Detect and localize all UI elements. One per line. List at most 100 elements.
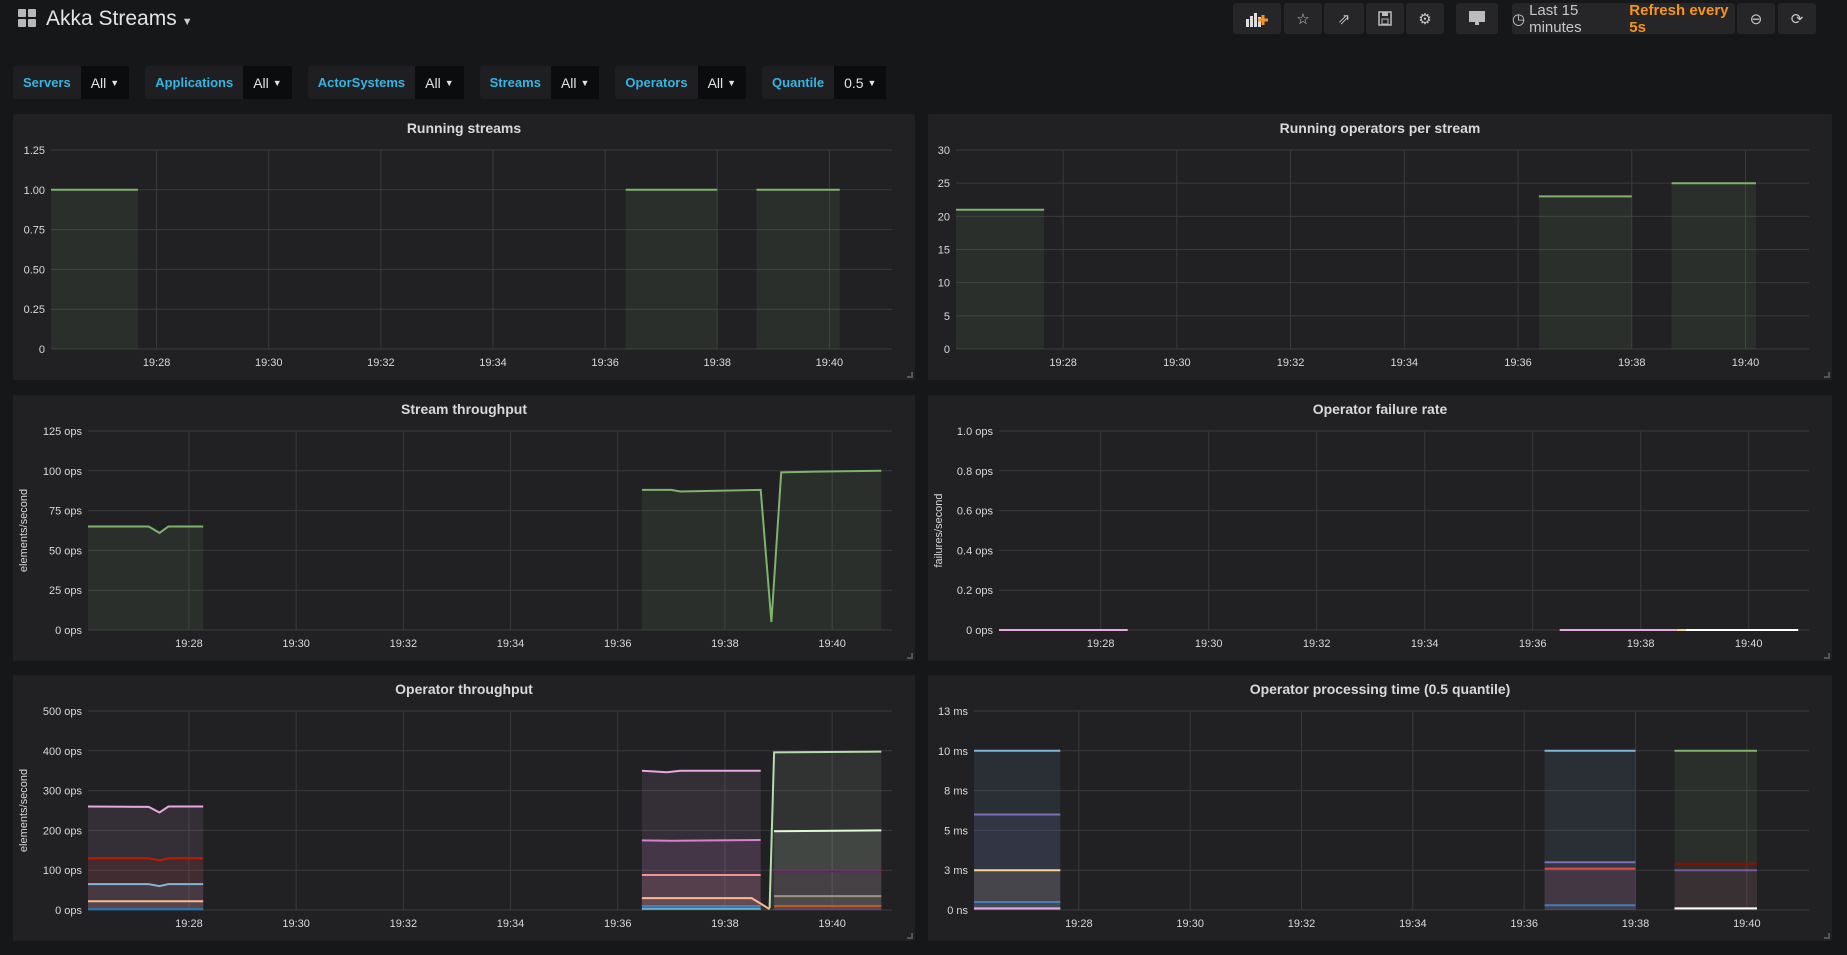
- x-tick-label: 19:38: [1622, 918, 1650, 930]
- panel-title[interactable]: Operator throughput: [13, 681, 915, 697]
- caret-down-icon: ▼: [181, 16, 193, 28]
- resize-handle[interactable]: [907, 372, 913, 378]
- series-area: [1674, 870, 1758, 910]
- x-tick-label: 19:32: [367, 357, 395, 369]
- panel-operator-failure-rate: 0 ops 0.2 ops 0.4 ops 0.6 ops 0.8 ops 1.0 ops…: [928, 395, 1832, 661]
- y-tick-label: 8 ms: [944, 786, 968, 798]
- panel-title[interactable]: Running streams: [13, 120, 915, 136]
- resize-handle[interactable]: [1824, 372, 1830, 378]
- settings-button[interactable]: ⚙: [1406, 3, 1444, 34]
- variable-label: Streams: [489, 75, 541, 90]
- panel-title[interactable]: Stream throughput: [13, 401, 915, 417]
- x-tick-label: 19:36: [1510, 918, 1538, 930]
- y-tick-label: 0 ns: [947, 905, 968, 917]
- star-button[interactable]: ☆: [1284, 3, 1322, 34]
- y-tick-label: 20: [938, 211, 950, 223]
- panel-stream-throughput: 0 ops 25 ops 50 ops 75 ops 100 ops 125 ops 19:…: [13, 395, 915, 661]
- save-button[interactable]: [1366, 3, 1404, 34]
- x-tick-label: 19:36: [591, 357, 619, 369]
- y-tick-label: 500 ops: [43, 706, 83, 718]
- resize-handle[interactable]: [1824, 933, 1830, 939]
- variable-select[interactable]: All ▼: [415, 66, 464, 99]
- x-tick-label: 19:38: [1627, 638, 1655, 650]
- y-tick-label: 0.50: [24, 264, 45, 276]
- y-tick-label: 0.2 ops: [957, 585, 994, 597]
- panel-title[interactable]: Operator processing time (0.5 quantile): [928, 681, 1832, 697]
- series-line: [641, 839, 761, 842]
- template-variables: Servers All ▼ Applications All ▼ ActorSystem…: [13, 66, 887, 99]
- x-tick-label: 19:28: [1087, 638, 1115, 650]
- x-tick-label: 19:32: [1303, 638, 1331, 650]
- caret-down-icon: ▼: [110, 77, 120, 88]
- variable-label: Operators: [625, 75, 688, 90]
- panel-running-operators: 0 5 10 15 20 25 30 19:28 19:30 19:32 19:34 19:36 19:…: [928, 114, 1832, 380]
- x-tick-label: 19:36: [604, 638, 632, 650]
- share-button[interactable]: ⇗: [1324, 3, 1364, 34]
- variable-value: 0.5: [844, 74, 864, 91]
- variable-select[interactable]: All ▼: [697, 66, 747, 99]
- variable-quantile: Quantile 0.5 ▼: [762, 66, 887, 99]
- y-axis-label: elements/second: [18, 769, 30, 852]
- variable-label: Quantile: [772, 75, 825, 90]
- x-tick-label: 19:40: [818, 638, 846, 650]
- variable-select[interactable]: All ▼: [243, 66, 292, 99]
- variable-value: All: [707, 74, 724, 91]
- y-tick-label: 1.25: [24, 145, 45, 157]
- x-tick-label: 19:28: [1049, 357, 1077, 369]
- refresh-interval: Refresh every 5s: [1629, 1, 1729, 36]
- series-area: [1544, 868, 1636, 910]
- caret-down-icon: ▼: [580, 77, 590, 88]
- chart-svg: 0 ops 0.2 ops 0.4 ops 0.6 ops 0.8 ops 1.0 ops…: [933, 426, 1809, 650]
- variable-value: All: [90, 74, 107, 91]
- dashboard-grid-icon[interactable]: [18, 9, 36, 27]
- chart-svg: 0 5 10 15 20 25 30 19:28 19:30 19:32 19:34 19:36 19:…: [938, 145, 1809, 369]
- add-panel-button[interactable]: [1233, 3, 1281, 34]
- x-tick-label: 19:36: [1519, 638, 1547, 650]
- y-tick-label: 0 ops: [55, 625, 82, 637]
- x-tick-label: 19:28: [1065, 918, 1093, 930]
- y-tick-label: 10 ms: [938, 746, 968, 758]
- y-tick-label: 0.75: [24, 225, 45, 237]
- panel-title[interactable]: Running operators per stream: [928, 120, 1832, 136]
- resize-handle[interactable]: [907, 933, 913, 939]
- dashboard-title: Akka Streams: [46, 7, 177, 30]
- y-tick-label: 0 ops: [966, 625, 993, 637]
- resize-handle[interactable]: [1824, 653, 1830, 659]
- y-tick-label: 5 ms: [944, 825, 968, 837]
- x-tick-label: 19:32: [1277, 357, 1305, 369]
- refresh-button[interactable]: ⟳: [1778, 3, 1816, 34]
- variable-select[interactable]: All ▼: [550, 66, 600, 99]
- variable-label: Servers: [23, 75, 71, 90]
- dashboard-title-dropdown[interactable]: Akka Streams ▼: [46, 7, 193, 31]
- refresh-icon: ⟳: [1790, 10, 1804, 28]
- variable-select[interactable]: 0.5 ▼: [834, 66, 887, 99]
- variable-actorsystems: ActorSystems All ▼: [307, 66, 464, 99]
- y-tick-label: 5: [944, 311, 950, 323]
- panel-title[interactable]: Operator failure rate: [928, 401, 1832, 417]
- variable-select[interactable]: All ▼: [80, 66, 130, 99]
- x-tick-label: 19:32: [390, 638, 418, 650]
- tv-mode-button[interactable]: [1456, 3, 1498, 34]
- x-tick-label: 19:40: [1733, 918, 1761, 930]
- y-tick-label: 3 ms: [944, 865, 968, 877]
- resize-handle[interactable]: [907, 653, 913, 659]
- series-area: [1671, 183, 1756, 349]
- caret-down-icon: ▼: [867, 77, 877, 88]
- y-tick-label: 30: [938, 145, 950, 157]
- chart-svg: 0 ns 3 ms 5 ms 8 ms 10 ms 13 ms 19:28 19:30 19:3…: [938, 706, 1809, 930]
- y-tick-label: 25 ops: [49, 585, 83, 597]
- x-tick-label: 19:38: [711, 638, 739, 650]
- panel-operator-throughput: 0 ops 100 ops 200 ops 300 ops 400 ops 500 ops…: [13, 675, 915, 941]
- star-icon: ☆: [1296, 10, 1310, 28]
- y-tick-label: 1.0 ops: [957, 426, 994, 438]
- y-tick-label: 10: [938, 278, 950, 290]
- x-tick-label: 19:30: [282, 918, 310, 930]
- zoom-out-button[interactable]: ⊖: [1737, 3, 1775, 34]
- time-picker[interactable]: ◷ Last 15 minutes Refresh every 5s: [1512, 1, 1735, 36]
- panel-running-streams: 0 0.25 0.50 0.75 1.00 1.25 19:28 19:30 19:32 19:3…: [13, 114, 915, 380]
- y-tick-label: 15: [938, 245, 950, 257]
- y-tick-label: 0.6 ops: [957, 506, 994, 518]
- x-tick-label: 19:30: [1195, 638, 1223, 650]
- x-tick-label: 19:36: [1504, 357, 1532, 369]
- y-tick-label: 0 ops: [55, 905, 82, 917]
